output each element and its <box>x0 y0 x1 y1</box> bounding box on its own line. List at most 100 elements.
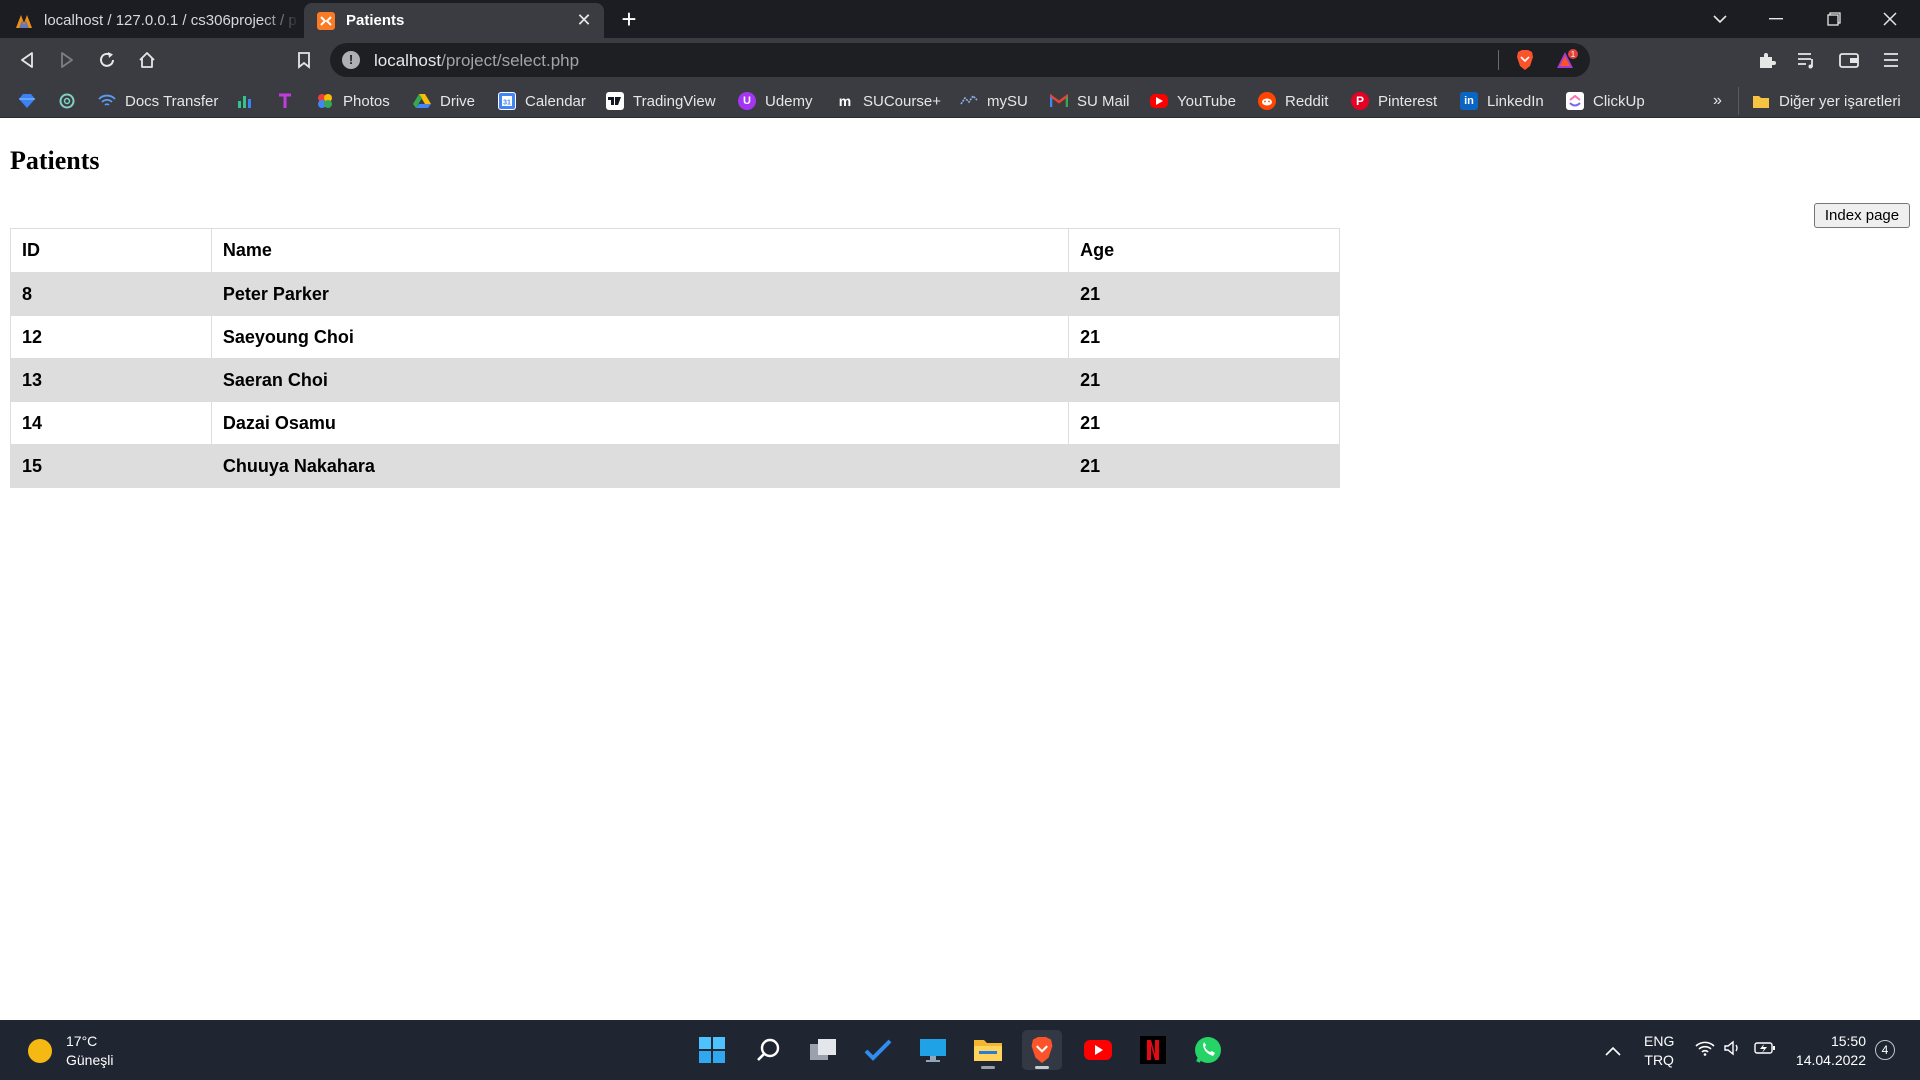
back-button[interactable] <box>12 45 42 75</box>
bookmark-linkedin[interactable]: in LinkedIn <box>1460 88 1544 114</box>
bookmark-icon[interactable] <box>289 45 319 75</box>
pinterest-icon: P <box>1351 92 1369 110</box>
home-button[interactable] <box>132 45 162 75</box>
mysu-icon <box>960 92 978 110</box>
table-row: 13 Saeran Choi 21 <box>10 358 1340 402</box>
weather-widget[interactable]: 17°C Güneşli <box>28 1032 113 1070</box>
other-bookmarks-folder[interactable]: Diğer yer işaretleri <box>1752 88 1901 114</box>
photos-icon <box>316 92 334 110</box>
folder-icon <box>1752 92 1770 110</box>
cell-id: 12 <box>10 315 212 359</box>
table-row: 14 Dazai Osamu 21 <box>10 401 1340 445</box>
clock-date: 14.04.2022 <box>1795 1052 1866 1068</box>
task-view-icon[interactable] <box>803 1030 843 1070</box>
bookmarks-divider <box>1738 87 1739 115</box>
close-tab-icon[interactable]: ✕ <box>574 10 594 30</box>
page-title: Patients <box>10 146 100 175</box>
remote-desktop-icon[interactable] <box>913 1030 953 1070</box>
notification-badge[interactable]: 4 <box>1875 1040 1895 1060</box>
bookmark-label: TradingView <box>633 92 716 110</box>
cell-age: 21 <box>1068 358 1340 402</box>
bookmark-udemy[interactable]: U Udemy <box>738 88 813 114</box>
show-hidden-icons-button[interactable] <box>1605 1042 1621 1061</box>
bookmark-sucourse[interactable]: m SUCourse+ <box>836 88 941 114</box>
tab-strip: localhost / 127.0.0.1 / cs306project / p… <box>0 0 1920 38</box>
bookmark-label: LinkedIn <box>1487 92 1544 110</box>
bookmark-drive[interactable]: Drive <box>413 88 475 114</box>
battery-icon[interactable] <box>1754 1040 1776 1061</box>
index-page-button[interactable]: Index page <box>1814 203 1910 228</box>
bookmark-pinterest[interactable]: P Pinterest <box>1351 88 1437 114</box>
bookmark-label: Drive <box>440 92 476 110</box>
running-indicator <box>1035 1066 1049 1069</box>
brave-taskbar-icon[interactable] <box>1022 1030 1062 1070</box>
info-icon[interactable]: ! <box>342 51 360 69</box>
udemy-icon: U <box>738 92 756 110</box>
bookmark-docs-transfer[interactable]: Docs Transfer <box>98 88 218 114</box>
cell-age: 21 <box>1068 315 1340 359</box>
brave-rewards-icon[interactable]: 1 <box>1552 45 1582 75</box>
menu-icon[interactable] <box>1876 45 1906 75</box>
clock[interactable]: 15:50 14.04.2022 <box>1794 1032 1866 1070</box>
cell-name: Dazai Osamu <box>210 401 1070 445</box>
language-indicator[interactable]: ENG TRQ <box>1644 1032 1674 1070</box>
table-header-row: ID Name Age <box>10 228 1340 273</box>
bookmark-openai[interactable] <box>58 88 85 114</box>
linkedin-icon: in <box>1460 92 1478 110</box>
more-bookmarks-button[interactable]: » <box>1713 88 1722 114</box>
gem-icon <box>18 92 36 110</box>
wifi-status-icon[interactable] <box>1695 1040 1715 1061</box>
table-row: 15 Chuuya Nakahara 21 <box>10 444 1340 488</box>
extensions-icon[interactable] <box>1752 45 1782 75</box>
reddit-icon <box>1258 92 1276 110</box>
tab-label: Patients <box>346 12 405 29</box>
url-text[interactable]: localhost/project/select.php <box>374 51 579 71</box>
browser-toolbar: ! localhost/project/select.php 1 <box>0 38 1920 83</box>
bookmark-mysu[interactable]: mySU <box>960 88 1028 114</box>
calendar-icon: 31 <box>498 92 516 110</box>
reload-button[interactable] <box>92 45 122 75</box>
omnibox-divider <box>1498 50 1499 70</box>
file-explorer-icon[interactable] <box>968 1030 1008 1070</box>
bookmark-gem[interactable] <box>18 88 45 114</box>
close-window-button[interactable] <box>1862 0 1918 38</box>
bookmark-chart[interactable] <box>236 88 263 114</box>
bookmark-youtube[interactable]: YouTube <box>1150 88 1236 114</box>
whatsapp-icon[interactable] <box>1188 1030 1228 1070</box>
start-button[interactable] <box>692 1030 732 1070</box>
bookmark-su-mail[interactable]: SU Mail <box>1050 88 1130 114</box>
wallet-icon[interactable] <box>1834 45 1864 75</box>
volume-icon[interactable] <box>1724 1040 1742 1061</box>
tab-label: localhost / 127.0.0.1 / cs306project / p <box>44 12 297 29</box>
restore-button[interactable] <box>1806 0 1862 38</box>
bookmark-label: mySU <box>987 92 1028 110</box>
forward-button[interactable] <box>52 45 82 75</box>
bookmark-tradingview[interactable]: TradingView <box>606 88 716 114</box>
minimize-button[interactable] <box>1748 0 1804 38</box>
search-icon[interactable] <box>748 1030 788 1070</box>
bookmark-t[interactable] <box>276 88 303 114</box>
bar-chart-icon <box>236 92 254 110</box>
tab-phpmyadmin[interactable]: localhost / 127.0.0.1 / cs306project / p <box>14 3 304 38</box>
bookmark-clickup[interactable]: ClickUp <box>1566 88 1645 114</box>
clock-time: 15:50 <box>1830 1033 1866 1049</box>
youtube-taskbar-icon[interactable] <box>1078 1030 1118 1070</box>
bookmark-reddit[interactable]: Reddit <box>1258 88 1328 114</box>
column-header-id: ID <box>10 228 212 273</box>
new-tab-button[interactable]: + <box>614 6 644 32</box>
bookmark-photos[interactable]: Photos <box>316 88 390 114</box>
bookmark-label: Photos <box>343 92 390 110</box>
cell-name: Peter Parker <box>210 272 1070 316</box>
brave-shields-icon[interactable] <box>1510 45 1540 75</box>
netflix-icon[interactable] <box>1133 1030 1173 1070</box>
bookmark-calendar[interactable]: 31 Calendar <box>498 88 586 114</box>
media-playlist-icon[interactable] <box>1792 45 1822 75</box>
todo-icon[interactable] <box>858 1030 898 1070</box>
tab-patients[interactable]: Patients ✕ <box>304 3 604 38</box>
bookmark-label: Udemy <box>765 92 813 110</box>
drive-icon <box>413 92 431 110</box>
tradingview-icon <box>606 92 624 110</box>
address-bar[interactable]: ! localhost/project/select.php 1 <box>330 43 1590 77</box>
tab-search-icon[interactable] <box>1692 0 1748 38</box>
patients-table: ID Name Age 8 Peter Parker 21 12 Saeyoun… <box>10 228 1340 488</box>
